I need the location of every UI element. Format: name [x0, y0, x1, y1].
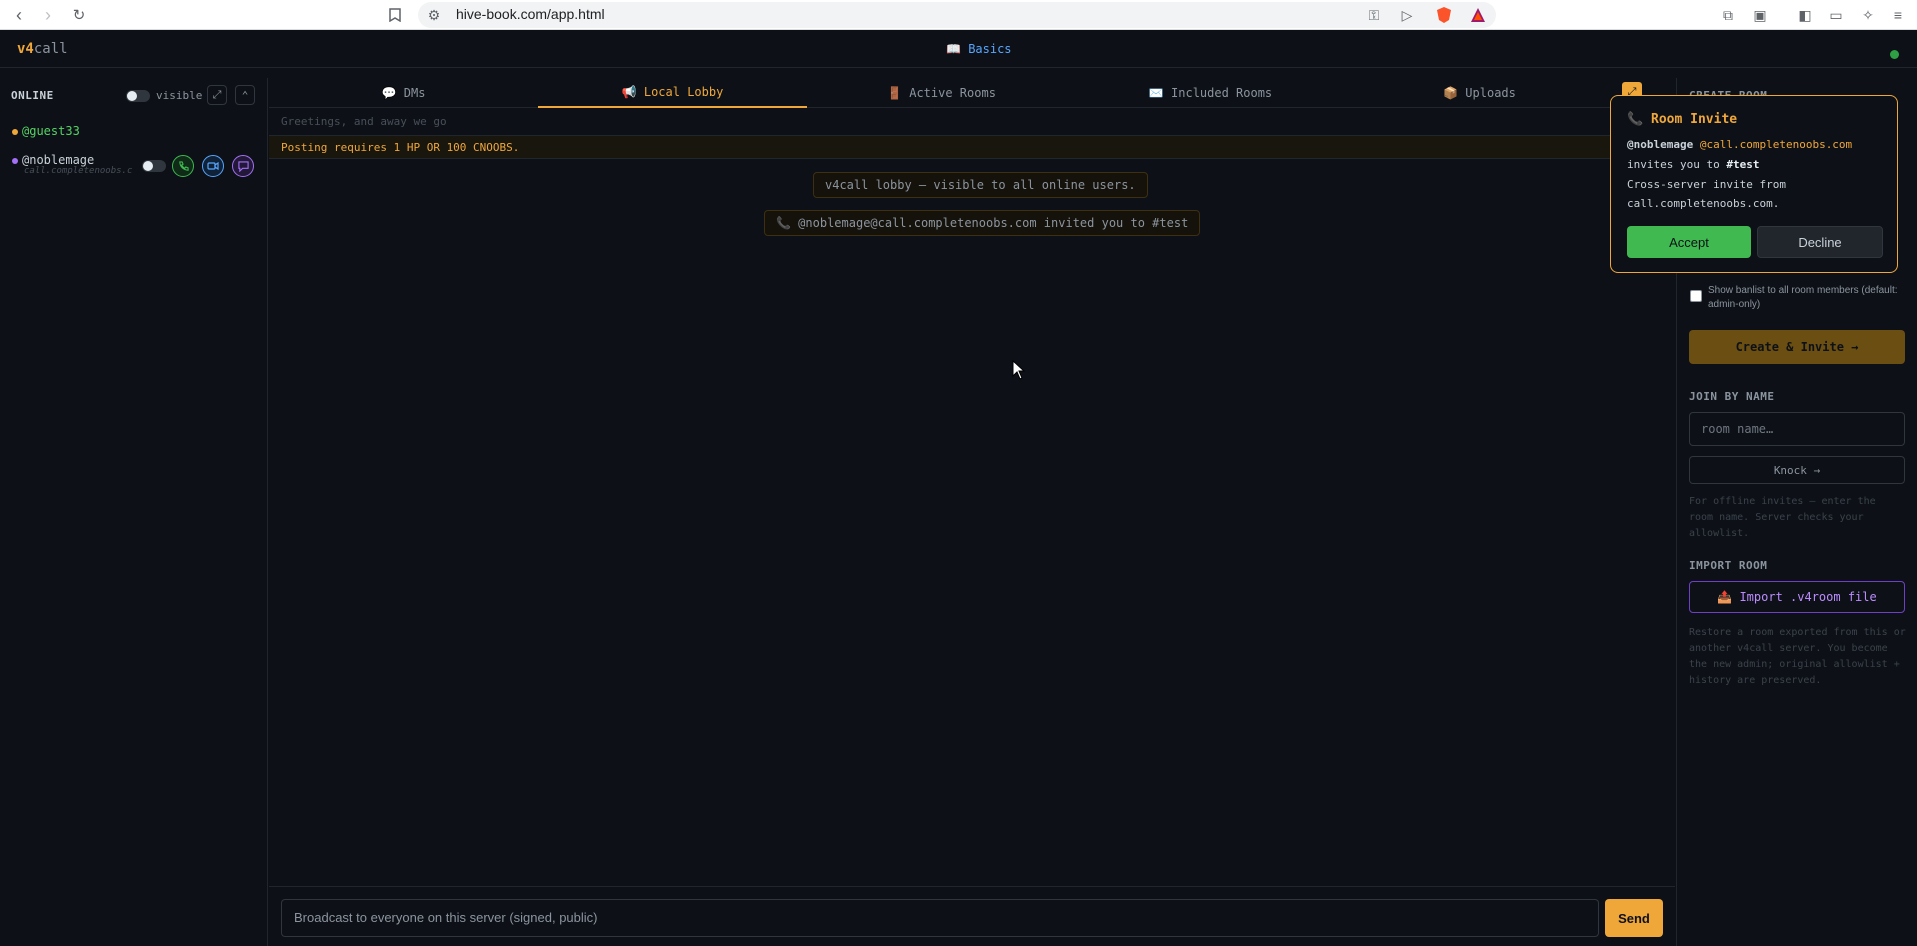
user-guest33[interactable]: @guest33	[12, 124, 80, 138]
join-help-text: For offline invites — enter the room nam…	[1689, 496, 1876, 539]
import-help-text: Restore a room exported from this or ano…	[1689, 627, 1906, 686]
import-room-button[interactable]: 📤 Import .v4room file	[1689, 581, 1905, 613]
wallet-icon[interactable]: ▭	[1826, 5, 1846, 25]
join-by-name-title: JOIN BY NAME	[1689, 390, 1775, 403]
banlist-label: Show banlist to all room members (defaul…	[1708, 285, 1898, 310]
create-invite-button[interactable]: Create & Invite →	[1689, 330, 1905, 364]
envelope-icon: ✉️	[1148, 86, 1164, 100]
brave-shield-icon[interactable]	[1434, 5, 1454, 25]
invite-cross-server-2: call.completenoobs.com.	[1627, 197, 1780, 210]
video-call-icon[interactable]	[202, 155, 224, 177]
sidebar-icon[interactable]: ◧	[1795, 5, 1815, 25]
back-icon[interactable]: ‹	[8, 4, 30, 26]
banlist-checkbox[interactable]	[1690, 290, 1702, 302]
voice-call-icon[interactable]	[172, 155, 194, 177]
decline-button[interactable]: Decline	[1757, 226, 1883, 258]
bookmark-icon[interactable]	[385, 5, 405, 25]
book-icon: 📖	[946, 42, 961, 56]
tab-local-lobby[interactable]: 📢 Local Lobby	[538, 78, 807, 108]
app-logo[interactable]: v4call	[17, 41, 68, 57]
import-room-title: IMPORT ROOM	[1689, 559, 1768, 572]
megaphone-icon: 📢	[621, 85, 637, 99]
accept-button[interactable]: Accept	[1627, 226, 1751, 258]
invite-room-line: invites you to #test	[1627, 158, 1760, 171]
room-invite-popup: 📞 Room Invite @noblemage @call.completen…	[1610, 95, 1898, 273]
broadcast-input[interactable]: Broadcast to everyone on this server (si…	[281, 899, 1599, 937]
extensions-icon[interactable]: ⧉	[1718, 5, 1738, 25]
posting-requirement-banner: Posting requires 1 HP OR 100 CNOOBS.	[269, 135, 1675, 159]
collapse-icon[interactable]: ⌃	[235, 85, 255, 105]
online-sidebar: ONLINE visible ⤢ ⌃ @guest33 @noblemage	[0, 78, 268, 946]
package-icon: 📦	[1443, 86, 1459, 100]
sidebar-title: ONLINE	[11, 89, 54, 102]
screenshot-icon[interactable]: ▣	[1750, 5, 1770, 25]
main-tabs: 💬 DMs 📢 Local Lobby 🚪 Active Rooms ✉️ In…	[269, 78, 1675, 108]
phone-icon: 📞	[1627, 112, 1644, 127]
invite-title: 📞 Room Invite	[1627, 112, 1738, 127]
invite-from: @noblemage @call.completenoobs.com	[1627, 138, 1853, 151]
invite-message: 📞 @noblemage@call.completenoobs.com invi…	[764, 210, 1201, 236]
tab-uploads[interactable]: 📦 Uploads	[1345, 78, 1614, 108]
url-text[interactable]: hive-book.com/app.html	[456, 6, 605, 22]
system-message: v4call lobby — visible to all online use…	[813, 172, 1148, 198]
lobby-motd: Greetings, and away we go	[281, 115, 447, 128]
key-icon[interactable]: ⚿	[1364, 5, 1384, 25]
brave-rewards-icon[interactable]	[1468, 5, 1488, 25]
user-noblemage[interactable]: @noblemage	[12, 153, 94, 167]
leo-ai-icon[interactable]: ✧	[1858, 5, 1878, 25]
forward-icon[interactable]: ›	[37, 4, 59, 26]
presence-dot	[12, 157, 18, 164]
room-name-input[interactable]: room name…	[1689, 412, 1905, 446]
menu-icon[interactable]: ≡	[1888, 5, 1908, 25]
knock-button[interactable]: Knock →	[1689, 456, 1905, 484]
message-icon[interactable]	[232, 155, 254, 177]
tab-active-rooms[interactable]: 🚪 Active Rooms	[807, 78, 1076, 108]
user-server: call.completenoobs.com	[24, 166, 132, 176]
door-icon: 🚪	[887, 86, 902, 100]
expand-icon[interactable]: ⤢	[207, 85, 227, 105]
presence-dot	[12, 128, 18, 135]
speech-bubble-icon: 💬	[381, 86, 397, 100]
connection-status-dot	[1890, 50, 1899, 59]
user-toggle[interactable]	[142, 160, 166, 172]
send-icon[interactable]: ▷	[1397, 5, 1417, 25]
tab-dms[interactable]: 💬 DMs	[269, 78, 538, 108]
browser-toolbar: ‹ › ↻ ⚙ hive-book.com/app.html ⚿ ▷ ⧉ ▣ ◧…	[0, 0, 1917, 30]
visible-label: visible	[156, 89, 203, 102]
lobby-composer: Broadcast to everyone on this server (si…	[269, 886, 1675, 946]
basics-link[interactable]: 📖 Basics	[946, 42, 1012, 56]
tab-included-rooms[interactable]: ✉️ Included Rooms	[1076, 78, 1345, 108]
app-header: v4call 📖 Basics	[0, 30, 1917, 68]
mouse-cursor-icon	[1012, 360, 1026, 380]
reload-icon[interactable]: ↻	[68, 4, 90, 26]
invite-cross-server-1: Cross-server invite from	[1627, 178, 1786, 191]
send-button[interactable]: Send	[1605, 899, 1663, 937]
visible-toggle[interactable]	[126, 90, 150, 102]
site-settings-icon[interactable]: ⚙	[424, 5, 444, 25]
